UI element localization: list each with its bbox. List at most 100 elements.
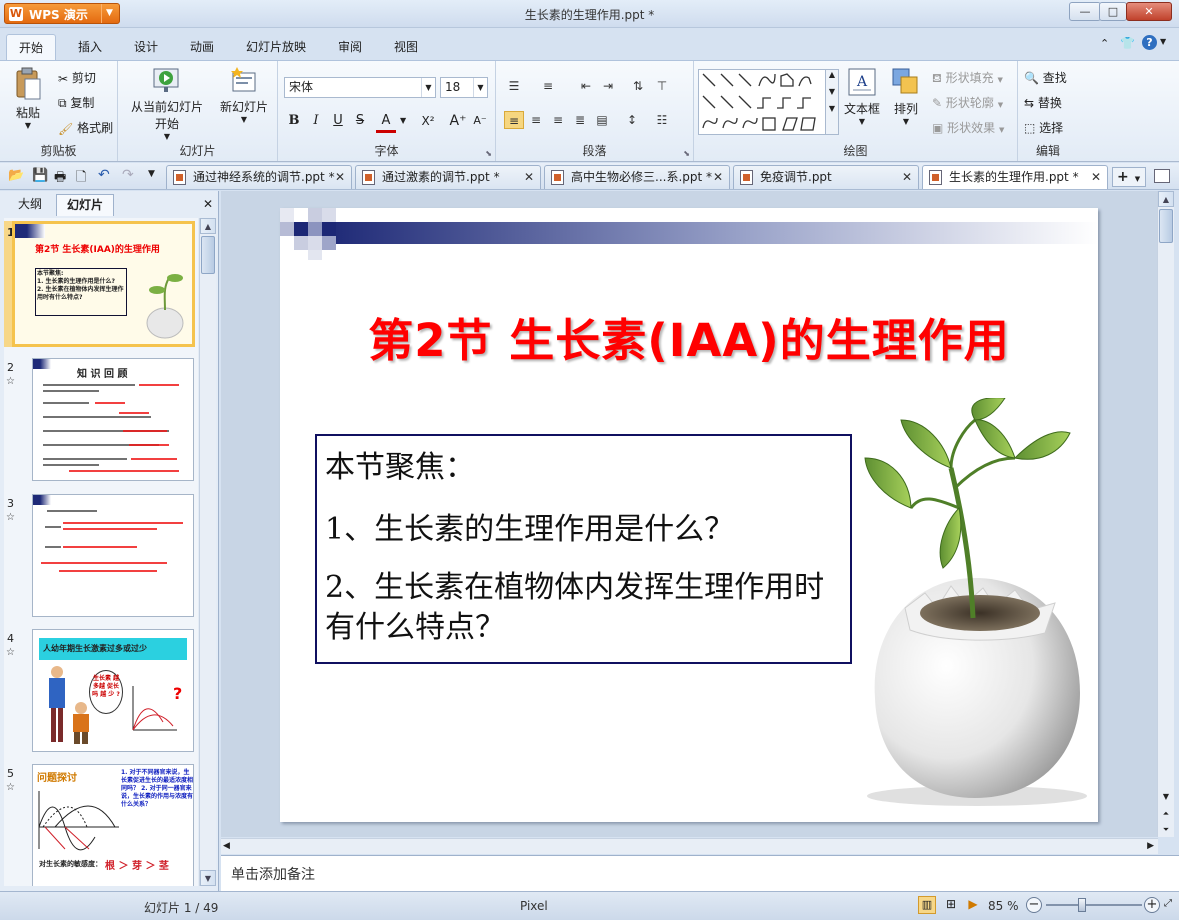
print-preview-icon[interactable]: 🗋 (76, 168, 86, 190)
close-tab-icon[interactable]: ✕ (902, 166, 912, 188)
slideshow-icon[interactable]: ▶ (964, 896, 982, 914)
doc-tab[interactable]: 免疫调节.ppt ✕ (733, 165, 919, 189)
close-tab-icon[interactable]: ✕ (1091, 166, 1101, 188)
text-direction-icon[interactable]: ⇅ (628, 77, 648, 95)
previous-slide-icon[interactable]: ⏶ (1158, 809, 1174, 819)
from-current-slide-button[interactable]: 从当前幻灯片 开始 ▼ (128, 67, 206, 141)
thumbnail-slide-2[interactable]: 知 识 回 顾 (32, 358, 194, 481)
zoom-slider-thumb[interactable] (1078, 898, 1086, 912)
window-layout-icon[interactable] (1154, 169, 1170, 183)
shape-outline-button[interactable]: ✎ 形状轮廓 ▼ (932, 94, 1003, 111)
arrange-button[interactable]: 排列 ▼ (886, 67, 926, 126)
normal-view-icon[interactable]: ▥ (918, 896, 936, 914)
scroll-thumb[interactable] (1159, 209, 1173, 243)
copy-button[interactable]: ⧉ 复制 (58, 94, 94, 111)
replace-button[interactable]: ⇆ 替换 (1024, 94, 1062, 111)
doc-tab[interactable]: 通过神经系统的调节.ppt * ✕ (166, 165, 352, 189)
shapes-gallery-scroll[interactable]: ▲ ▼ ▼ (825, 69, 839, 135)
tab-view[interactable]: 视图 (384, 36, 428, 57)
slide-title[interactable]: 第2节 生长素(IAA)的生理作用 (280, 304, 1098, 369)
next-slide-icon[interactable]: ⏷ (1158, 825, 1174, 835)
font-color-button[interactable]: A (376, 111, 396, 133)
maximize-button[interactable]: □ (1099, 2, 1127, 21)
align-center-icon[interactable]: ≡ (526, 111, 546, 129)
close-button[interactable]: ✕ (1126, 2, 1172, 21)
thumbnail-slide-5[interactable]: 问题探讨 1. 对于不同器官来说，生长素促进生长的最适浓度相同吗？ 2. 对于同… (32, 764, 194, 886)
tab-slideshow[interactable]: 幻灯片放映 (236, 36, 316, 57)
tab-animation[interactable]: 动画 (180, 36, 224, 57)
bold-button[interactable]: B (284, 111, 304, 131)
paragraph-spacing-icon[interactable]: ☷ (652, 111, 672, 129)
zoom-out-icon[interactable]: − (1026, 897, 1042, 913)
close-tab-icon[interactable]: ✕ (713, 166, 723, 188)
focus-textbox[interactable]: 本节聚焦： 1、生长素的生理作用是什么？ 2、生长素在植物体内发挥生理作用时有什… (315, 434, 852, 664)
shape-effect-button[interactable]: ▣ 形状效果 ▼ (932, 119, 1004, 136)
tab-slides[interactable]: 幻灯片 (56, 194, 115, 216)
align-text-icon[interactable]: ⊤ (652, 77, 672, 95)
tab-design[interactable]: 设计 (124, 36, 168, 57)
superscript-button[interactable]: X² (418, 111, 438, 131)
underline-button[interactable]: U (328, 111, 348, 131)
find-button[interactable]: 🔍 查找 (1024, 69, 1067, 86)
tab-insert[interactable]: 插入 (68, 36, 112, 57)
current-slide[interactable]: 第2节 生长素(IAA)的生理作用 本节聚焦： 1、生长素的生理作用是什么？ 2… (280, 208, 1098, 822)
italic-button[interactable]: I (306, 111, 326, 131)
skin-icon[interactable]: 👕 (1120, 36, 1135, 50)
distribute-icon[interactable]: ▤ (592, 111, 612, 129)
tab-review[interactable]: 审阅 (328, 36, 372, 57)
doc-tab[interactable]: 高中生物必修三...系.ppt * ✕ (544, 165, 730, 189)
scroll-up-icon[interactable]: ▲ (200, 218, 216, 234)
slide-scrollbar[interactable]: ▲ ▼ ⏶ ⏷ (1157, 191, 1174, 837)
close-tab-icon[interactable]: ✕ (524, 166, 534, 188)
align-left-icon[interactable]: ≡ (504, 111, 524, 129)
undo-icon[interactable]: ↶ (98, 167, 110, 183)
tab-home[interactable]: 开始 (6, 34, 57, 60)
shapes-gallery[interactable] (698, 69, 826, 135)
numbering-icon[interactable]: ≡ (538, 77, 558, 95)
thumbnail-slide-1[interactable]: 第2节 生长素(IAA)的生理作用 本节聚焦: 1. 生长素的生理作用是什么? … (12, 221, 195, 347)
slide-sorter-icon[interactable]: ⊞ (942, 896, 960, 914)
line-spacing-icon[interactable]: ↕ (622, 111, 642, 129)
minimize-button[interactable]: — (1069, 2, 1101, 21)
scroll-down-icon[interactable]: ▼ (1158, 792, 1174, 801)
scroll-up-icon[interactable]: ▲ (1158, 191, 1174, 207)
open-folder-icon[interactable]: 📂 (8, 168, 24, 183)
font-size-select[interactable]: 18 ▼ (440, 77, 488, 98)
scroll-left-icon[interactable]: ◀ (223, 841, 230, 851)
save-icon[interactable]: 💾 (32, 168, 48, 183)
close-panel-icon[interactable]: ✕ (203, 197, 213, 211)
fit-window-icon[interactable]: ⤢ (1164, 898, 1176, 912)
help-dropdown-icon[interactable]: ▼ (1160, 37, 1166, 46)
strikethrough-button[interactable]: S (350, 111, 370, 131)
decrease-indent-icon[interactable]: ⇤ (576, 77, 596, 95)
chevron-down-icon[interactable]: ▼ (400, 116, 406, 125)
shape-fill-button[interactable]: ⛾ 形状填充 ▼ (932, 69, 1003, 87)
zoom-slider[interactable] (1046, 904, 1142, 906)
doc-tab-active[interactable]: 生长素的生理作用.ppt * ✕ (922, 165, 1108, 189)
bullets-icon[interactable]: ☰ (504, 77, 524, 95)
grow-font-button[interactable]: A⁺ (448, 111, 468, 131)
print-icon[interactable]: 🖶 (54, 168, 66, 190)
help-icon[interactable]: ? (1142, 35, 1157, 50)
dialog-launcher-icon[interactable]: ⬊ (683, 149, 690, 158)
new-slide-button[interactable]: 新幻灯片 ▼ (216, 67, 272, 124)
justify-icon[interactable]: ≣ (570, 111, 590, 129)
scroll-down-icon[interactable]: ▼ (200, 870, 216, 886)
thumbnail-scrollbar[interactable]: ▲ ▼ (199, 218, 216, 886)
format-painter-button[interactable]: 🖌 格式刷 (58, 119, 113, 136)
horizontal-scrollbar[interactable]: ◀ ▶ (221, 838, 1158, 854)
tab-outline[interactable]: 大纲 (8, 194, 52, 216)
thumbnail-slide-4[interactable]: 人幼年期生长激素过多或过少 生长素 越多越 促长吗 越 少 ? ? (32, 629, 194, 752)
new-tab-button[interactable]: + ▼ (1112, 167, 1146, 187)
textbox-button[interactable]: A 文本框 ▼ (842, 67, 882, 126)
paste-button[interactable]: 粘贴 ▼ (8, 67, 48, 137)
align-right-icon[interactable]: ≡ (548, 111, 568, 129)
redo-icon[interactable]: ↷ (122, 167, 134, 183)
collapse-ribbon-icon[interactable]: ⌃ (1100, 37, 1109, 50)
customize-toolbar-icon[interactable]: ▼ (148, 169, 155, 179)
increase-indent-icon[interactable]: ⇥ (598, 77, 618, 95)
doc-tab[interactable]: 通过激素的调节.ppt * ✕ (355, 165, 541, 189)
shrink-font-button[interactable]: A⁻ (470, 111, 490, 131)
scroll-right-icon[interactable]: ▶ (1147, 841, 1154, 851)
close-tab-icon[interactable]: ✕ (335, 166, 345, 188)
